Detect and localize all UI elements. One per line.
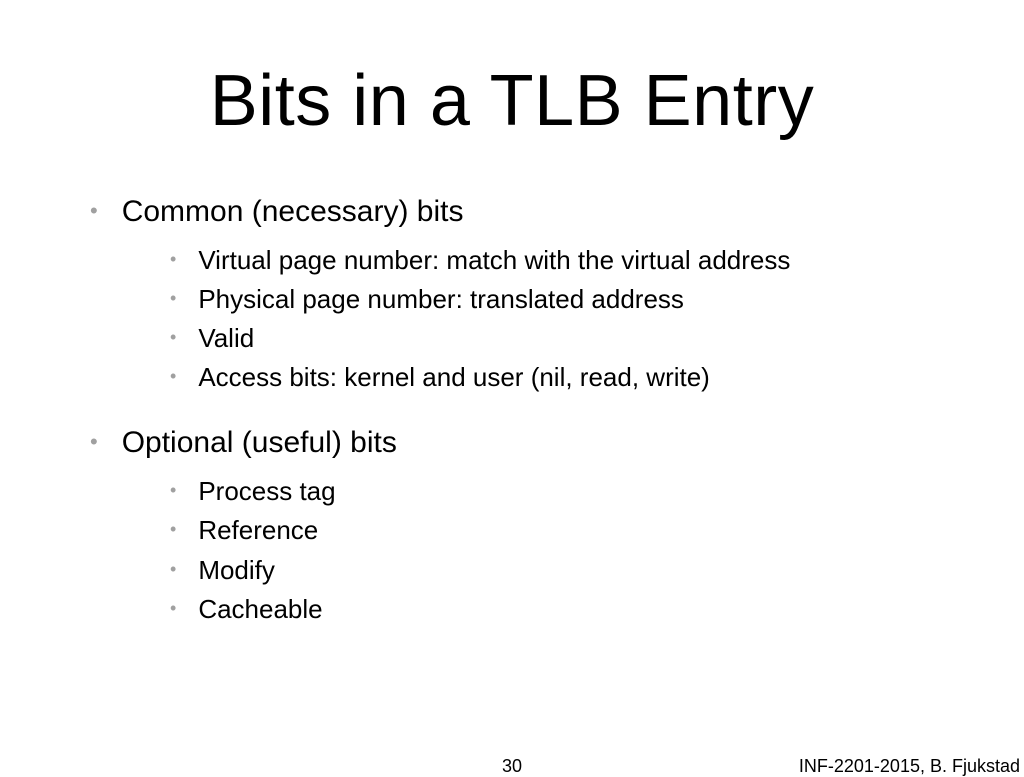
bullet-level2: • Virtual page number: match with the vi… xyxy=(170,243,964,278)
bullet-dot-icon: • xyxy=(170,595,176,622)
bullet-dot-icon: • xyxy=(170,246,176,273)
list-item: Physical page number: translated address xyxy=(198,282,684,317)
bullet-level2: • Reference xyxy=(170,513,964,548)
bullet-dot-icon: • xyxy=(170,556,176,583)
list-item: Cacheable xyxy=(198,592,322,627)
list-item: Reference xyxy=(198,513,318,548)
list-item: Process tag xyxy=(198,474,335,509)
bullet-level2: • Physical page number: translated addre… xyxy=(170,282,964,317)
footer-attribution: INF-2201-2015, B. Fjukstad xyxy=(799,756,1020,777)
section-heading: Optional (useful) bits xyxy=(122,423,397,462)
bullet-dot-icon: • xyxy=(170,363,176,390)
list-item: Access bits: kernel and user (nil, read,… xyxy=(198,360,710,395)
bullet-dot-icon: • xyxy=(90,196,98,227)
bullet-dot-icon: • xyxy=(170,477,176,504)
bullet-dot-icon: • xyxy=(170,324,176,351)
bullet-level2: • Process tag xyxy=(170,474,964,509)
bullet-level1: • Common (necessary) bits xyxy=(90,192,964,231)
bullet-level1: • Optional (useful) bits xyxy=(90,423,964,462)
section-gap xyxy=(60,399,964,423)
slide-container: Bits in a TLB Entry • Common (necessary)… xyxy=(0,0,1024,768)
bullet-level2: • Access bits: kernel and user (nil, rea… xyxy=(170,360,964,395)
list-item: Valid xyxy=(198,321,254,356)
bullet-dot-icon: • xyxy=(90,427,98,458)
bullet-level2: • Valid xyxy=(170,321,964,356)
bullet-dot-icon: • xyxy=(170,516,176,543)
list-item: Modify xyxy=(198,553,275,588)
page-number: 30 xyxy=(502,756,522,777)
bullet-level2: • Modify xyxy=(170,553,964,588)
bullet-level2: • Cacheable xyxy=(170,592,964,627)
list-item: Virtual page number: match with the virt… xyxy=(198,243,790,278)
bullet-dot-icon: • xyxy=(170,285,176,312)
slide-title: Bits in a TLB Entry xyxy=(60,60,964,142)
section-heading: Common (necessary) bits xyxy=(122,192,464,231)
